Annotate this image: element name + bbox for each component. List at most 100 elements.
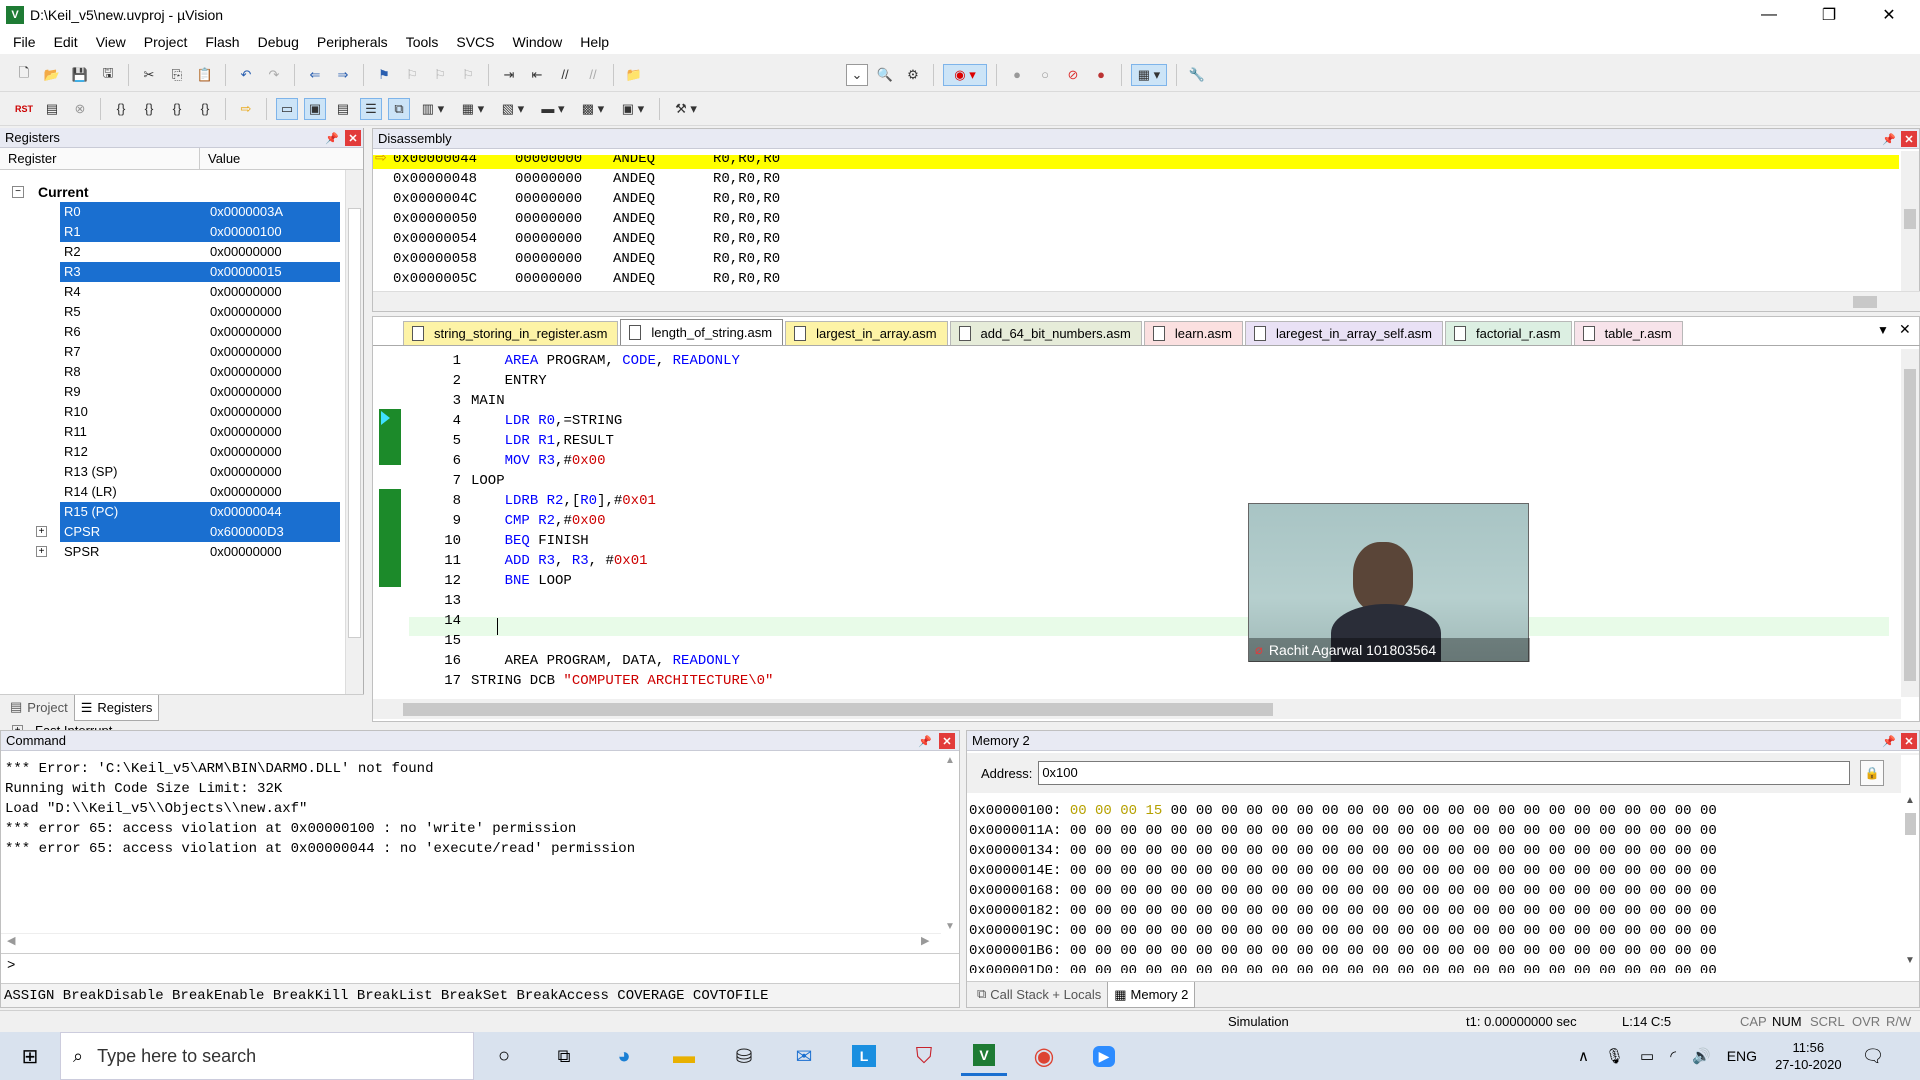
stop-icon[interactable]: ⊗ (69, 98, 91, 120)
task-view-icon[interactable]: ⧉ (541, 1036, 587, 1076)
save-all-icon[interactable]: 🖫 (97, 64, 119, 86)
paste-icon[interactable]: 📋 (194, 64, 216, 86)
call-stack-window-icon[interactable]: ⧉ (388, 97, 410, 120)
copy-icon[interactable]: ⎘ (166, 64, 188, 86)
editor-tab[interactable]: largest_in_array.asm (785, 321, 948, 345)
notifications-icon[interactable]: 🗨 (1862, 1046, 1885, 1067)
register-row[interactable]: R13 (SP) 0x00000000 (0, 462, 340, 482)
command-window-icon[interactable]: ▭ (276, 97, 298, 120)
register-value[interactable]: 0x00000000 (200, 342, 340, 362)
disassembly-line[interactable]: 0x00000048 00000000 ANDEQ R0,R0,R0 (373, 169, 1899, 189)
cut-icon[interactable]: ✂ (138, 64, 160, 86)
breakpoint-disable-all-icon[interactable]: ⊘ (1062, 64, 1084, 86)
new-file-icon[interactable]: 🗋 (13, 64, 35, 86)
trace-window-icon[interactable]: ▩ ▾ (576, 98, 610, 120)
disassembly-line[interactable]: ⇨ 0x00000044 00000000 ANDEQ R0,R0,R0 (373, 155, 1899, 169)
start-icon[interactable]: ⊞ (0, 1032, 60, 1080)
disassembly-line[interactable]: 0x00000054 00000000 ANDEQ R0,R0,R0 (373, 229, 1899, 249)
editor-tab[interactable]: add_64_bit_numbers.asm (949, 321, 1142, 345)
command-vscroll[interactable]: ▲ ▼ (941, 755, 959, 941)
menu-debug[interactable]: Debug (249, 34, 308, 50)
memory-row[interactable]: 0x00000100: 00 00 00 15 00 00 00 00 00 0… (969, 801, 1899, 821)
editor-hscroll[interactable] (373, 699, 1901, 719)
lock-icon[interactable]: 🔒 (1860, 760, 1885, 786)
register-value[interactable]: 0x00000015 (200, 262, 340, 282)
bookmark-next-icon[interactable]: ⚐ (429, 64, 451, 86)
disassembly-line[interactable]: 0x0000004C 00000000 ANDEQ R0,R0,R0 (373, 189, 1899, 209)
collapse-current-icon[interactable]: − (12, 186, 24, 198)
find-in-files-icon[interactable]: 📁 (623, 64, 645, 86)
minimize-button[interactable]: — (1740, 0, 1798, 30)
register-row[interactable]: R7 0x00000000 (0, 342, 340, 362)
bookmark-prev-icon[interactable]: ⚐ (401, 64, 423, 86)
tab-memory-2[interactable]: ▦ Memory 2 (1107, 982, 1196, 1008)
disassembly-line[interactable]: 0x0000005C 00000000 ANDEQ R0,R0,R0 (373, 269, 1899, 285)
code-editor[interactable]: 1 AREA PROGRAM, CODE, READONLY 2 ENTRY 3 MA… (373, 353, 1893, 693)
launcher-l-icon[interactable]: L (841, 1036, 887, 1076)
registers-window-icon[interactable]: ☰ (360, 97, 382, 120)
disassembly-vscroll[interactable] (1901, 151, 1919, 291)
unindent-icon[interactable]: ⇤ (526, 64, 548, 86)
col-value[interactable]: Value (200, 148, 340, 169)
volume-icon[interactable]: 🔊 (1692, 1047, 1711, 1065)
register-value[interactable]: 0x00000000 (200, 542, 340, 562)
register-row[interactable]: R14 (LR) 0x00000000 (0, 482, 340, 502)
memory-row[interactable]: 0x0000019C: 00 00 00 00 00 00 00 00 00 0… (969, 921, 1899, 941)
memory-row[interactable]: 0x00000182: 00 00 00 00 00 00 00 00 00 0… (969, 901, 1899, 921)
window-layout-icon[interactable]: ▦ ▾ (1131, 63, 1167, 86)
nav-forward-icon[interactable]: ⇒ (332, 64, 354, 86)
breakpoint-enable-icon[interactable]: ○ (1034, 64, 1056, 86)
register-row[interactable]: R4 0x00000000 (0, 282, 340, 302)
register-row[interactable]: R15 (PC) 0x00000044 (0, 502, 340, 522)
register-row[interactable]: R6 0x00000000 (0, 322, 340, 342)
register-value[interactable]: 0x00000000 (200, 442, 340, 462)
menu-flash[interactable]: Flash (196, 34, 248, 50)
register-value[interactable]: 0x00000000 (200, 242, 340, 262)
incremental-find-icon[interactable]: ⚙ (902, 64, 924, 86)
disassembly-line[interactable]: 0x00000058 00000000 ANDEQ R0,R0,R0 (373, 249, 1899, 269)
register-value[interactable]: 0x00000044 (200, 502, 340, 522)
run-to-cursor-icon[interactable]: {} (194, 98, 216, 120)
command-output[interactable]: *** Error: 'C:\Keil_v5\ARM\BIN\DARMO.DLL… (5, 759, 935, 859)
col-register[interactable]: Register (0, 148, 200, 169)
tab-registers[interactable]: ☰ Registers (73, 695, 160, 721)
pin-icon[interactable]: 📌 (1881, 733, 1897, 749)
system-viewer-icon[interactable]: ▣ ▾ (616, 98, 650, 120)
editor-tab[interactable]: laregest_in_array_self.asm (1244, 321, 1444, 345)
register-value[interactable]: 0x00000000 (200, 302, 340, 322)
run-icon[interactable]: ▤ (41, 98, 63, 120)
close-panel-icon[interactable]: ✕ (939, 733, 955, 749)
register-value[interactable]: 0x600000D3 (200, 522, 340, 542)
editor-tab[interactable]: string_storing_in_register.asm (403, 321, 619, 345)
tray-overflow-icon[interactable]: ∧ (1578, 1047, 1589, 1065)
editor-tab[interactable]: learn.asm (1143, 321, 1243, 345)
indent-icon[interactable]: ⇥ (498, 64, 520, 86)
zoom-icon[interactable]: ▶ (1081, 1036, 1127, 1076)
registers-scrollbar[interactable] (345, 170, 363, 694)
find-combo-icon[interactable]: ⌄ (846, 63, 868, 86)
register-value[interactable]: 0x00000000 (200, 382, 340, 402)
comment-icon[interactable]: // (554, 64, 576, 86)
find-icon[interactable]: 🔍 (874, 64, 896, 86)
undo-icon[interactable]: ↶ (235, 64, 257, 86)
register-row[interactable]: R3 0x00000015 (0, 262, 340, 282)
memory-row[interactable]: 0x000001B6: 00 00 00 00 00 00 00 00 00 0… (969, 941, 1899, 961)
memory-row[interactable]: 0x0000014E: 00 00 00 00 00 00 00 00 00 0… (969, 861, 1899, 881)
clock[interactable]: 11:56 27-10-2020 (1775, 1039, 1842, 1073)
memory-vscroll[interactable]: ▲ ▼ (1901, 755, 1919, 977)
pin-icon[interactable]: 📌 (1881, 131, 1897, 147)
disassembly-listing[interactable]: ⇨ 0x00000044 00000000 ANDEQ R0,R0,R0 0x000000… (373, 155, 1899, 285)
step-out-icon[interactable]: {} (166, 98, 188, 120)
register-row[interactable]: R10 0x00000000 (0, 402, 340, 422)
tab-call-stack[interactable]: ⧉ Call Stack + Locals (971, 982, 1107, 1006)
command-hscroll[interactable]: ◀ ▶ (1, 933, 941, 951)
redo-icon[interactable]: ↷ (263, 64, 285, 86)
editor-tab[interactable]: table_r.asm (1573, 321, 1683, 345)
battery-icon[interactable]: ▭ (1640, 1047, 1654, 1065)
address-input[interactable]: 0x100 (1038, 761, 1851, 785)
close-panel-icon[interactable]: ✕ (1901, 131, 1917, 147)
tab-project[interactable]: ▤ Project (4, 695, 74, 719)
reset-icon[interactable]: RST (13, 98, 35, 120)
register-value[interactable]: 0x00000000 (200, 402, 340, 422)
register-row[interactable]: R1 0x00000100 (0, 222, 340, 242)
